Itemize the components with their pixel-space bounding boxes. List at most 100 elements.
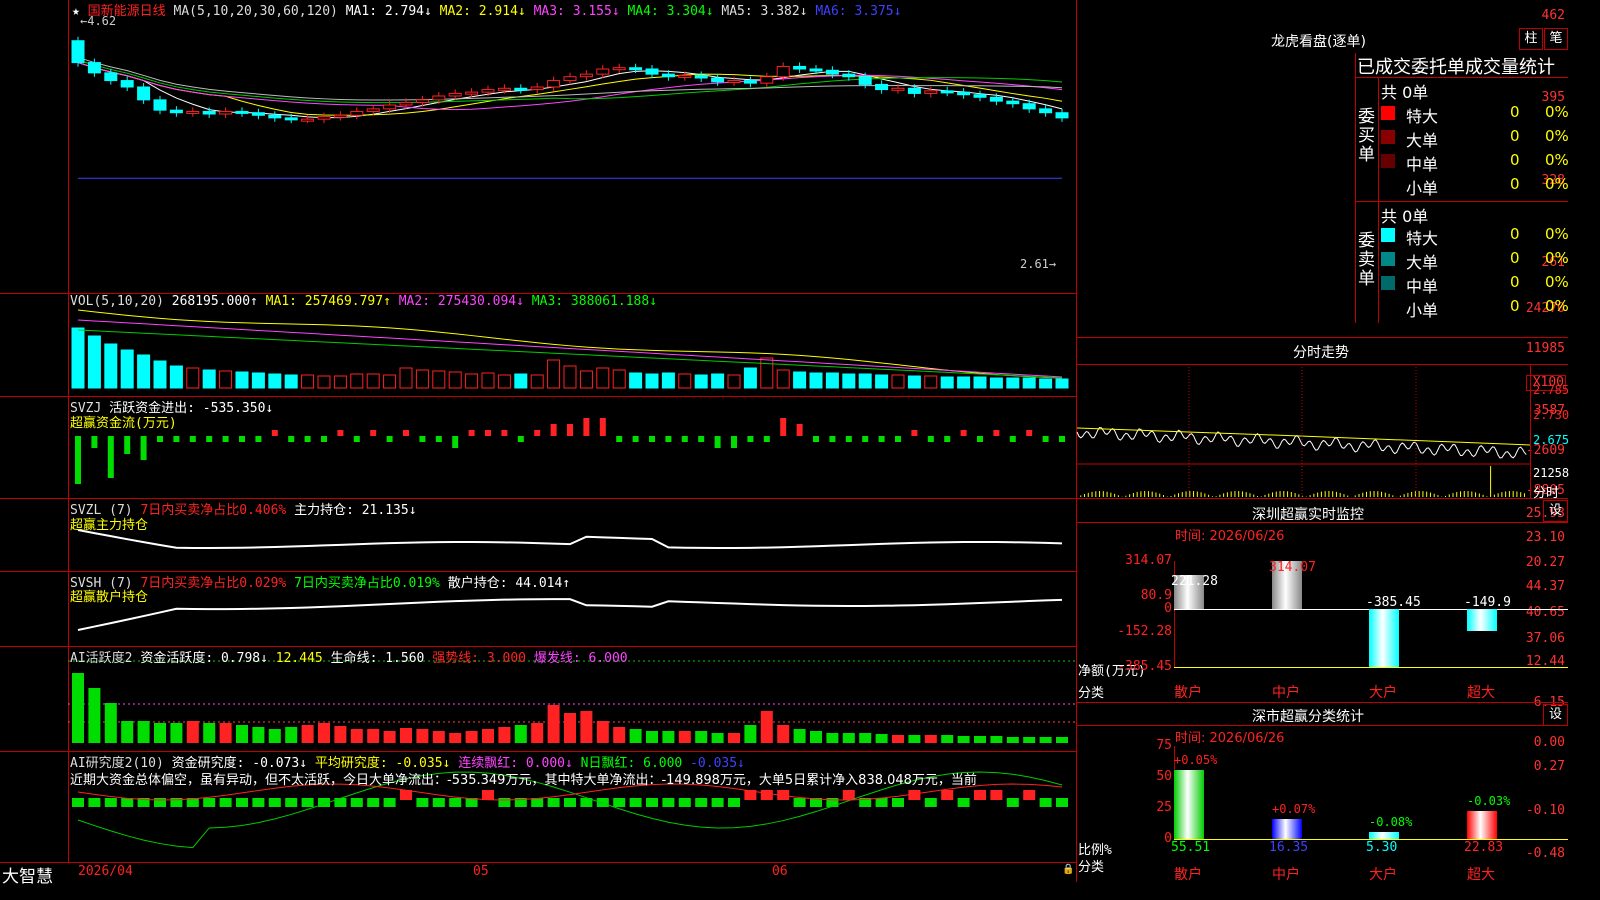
fund-flow-bar <box>222 436 229 442</box>
x-label: 06 <box>772 864 788 879</box>
fenshi-y: 21258 <box>1533 466 1570 480</box>
candle <box>530 86 544 91</box>
fund-flow-bar <box>370 430 377 436</box>
fund-flow-bar <box>714 436 721 448</box>
fund-flow-bar <box>189 436 196 442</box>
activity-bar <box>236 725 248 743</box>
fund-flow-bar <box>403 430 409 436</box>
fund-flow-bar <box>107 436 114 478</box>
color-swatch-icon <box>1381 300 1395 314</box>
volume-bar <box>366 373 380 389</box>
fund-flow-bar <box>599 418 606 436</box>
activity-bar <box>482 729 494 743</box>
activity-bar <box>711 733 724 743</box>
fund-flow-bar <box>845 436 852 442</box>
sz-cls-settings-button[interactable]: 设 <box>1543 704 1568 726</box>
fund-flow-bar <box>616 436 623 442</box>
candle <box>743 80 757 84</box>
fund-flow-bar <box>763 436 770 442</box>
research-bar <box>121 798 134 807</box>
ma5-value: MA5: 3.382↓ <box>721 4 808 19</box>
bar-value-label: 314.07 <box>1269 560 1316 575</box>
y-label: 0 <box>1164 600 1172 616</box>
main-holding-line <box>77 529 1063 549</box>
candle <box>87 62 101 74</box>
candle <box>694 74 708 79</box>
fund-flow-bar <box>960 430 967 436</box>
activity-bar <box>924 735 937 743</box>
research-bar <box>1006 798 1019 807</box>
fund-flow-bar <box>649 436 655 442</box>
activity-bar <box>777 725 790 743</box>
star-icon[interactable]: ★ <box>72 4 80 19</box>
trade-view-button[interactable]: 笔 <box>1544 28 1568 50</box>
candle <box>891 87 905 91</box>
order-percent: 0% <box>1545 249 1569 267</box>
volume-bar <box>465 373 479 389</box>
activity-bar <box>695 731 708 743</box>
candle <box>776 65 790 78</box>
activity-bar <box>498 727 511 743</box>
volume-bar <box>858 373 872 389</box>
activity-bar <box>465 731 478 743</box>
activity-bar <box>596 721 609 743</box>
vol-label: VOL(5,10,20) <box>70 294 164 309</box>
volume-bar <box>432 370 446 389</box>
research-bar <box>1039 798 1052 807</box>
activity-bar <box>744 725 757 743</box>
fund-flow-bar <box>173 436 180 442</box>
stock-charts[interactable] <box>0 0 1568 882</box>
fund-flow-bar <box>140 436 147 460</box>
candle <box>793 65 807 70</box>
bar <box>1174 770 1204 839</box>
y-label: -385.45 <box>1117 659 1172 674</box>
candle <box>137 86 151 101</box>
research-bar <box>1056 798 1068 807</box>
candle <box>1039 108 1053 114</box>
y-label: 25 <box>1156 800 1172 815</box>
fund-flow-bar <box>239 436 245 442</box>
sz-rt-time: 时间: 2026/06/26 <box>1175 529 1285 544</box>
ai2-description: 近期大资金总体偏空，虽有异动，但不太活跃，今日大单净流出：-535.349万元，… <box>70 773 977 788</box>
fund-flow-bar <box>353 436 360 442</box>
activity-bar <box>318 723 330 743</box>
volume-bar <box>153 360 167 389</box>
volume-bar <box>547 359 561 389</box>
activity-bar <box>793 729 806 743</box>
lock-icon[interactable]: 🔒 <box>1062 864 1074 875</box>
vol-ma3: MA3: 388061.188↓ <box>531 294 658 309</box>
candle <box>514 87 528 91</box>
fund-flow-bar <box>452 436 459 448</box>
color-swatch-icon <box>1381 106 1395 120</box>
activity-bar <box>629 729 642 743</box>
candle <box>432 95 446 101</box>
sz-rt-settings-button[interactable]: 设 <box>1543 500 1568 522</box>
category-label: 大户 <box>1369 685 1397 701</box>
bar-view-button[interactable]: 柱 <box>1519 28 1543 50</box>
activity-bar <box>383 731 396 743</box>
volume-bar <box>219 370 233 389</box>
change-label: +0.05% <box>1174 753 1218 768</box>
research-bar <box>285 798 298 807</box>
activity-bar <box>728 733 740 743</box>
volume-bar <box>284 374 298 389</box>
bar <box>1272 818 1302 839</box>
svzj-sub: 超赢资金流(万元) <box>70 416 177 431</box>
fund-flow-bar <box>321 436 327 442</box>
candle <box>366 108 380 112</box>
fenshi-y: 2.785 <box>1533 383 1570 397</box>
sz-cls-time: 时间: 2026/06/26 <box>1175 731 1285 746</box>
category-label: 超大 <box>1467 685 1495 701</box>
candle <box>727 80 741 84</box>
period-label[interactable]: 日线 <box>140 4 166 19</box>
activity-bar <box>203 723 216 743</box>
research-bar <box>760 790 773 800</box>
volume-bar <box>989 377 1003 389</box>
research-bar <box>613 798 626 807</box>
research-bar <box>941 790 954 800</box>
fund-flow-bar <box>944 436 951 442</box>
order-percent: 0% <box>1545 127 1569 145</box>
order-size-label: 小单 <box>1406 301 1439 320</box>
volume-bar <box>612 369 626 389</box>
fund-flow-bar <box>731 436 737 448</box>
